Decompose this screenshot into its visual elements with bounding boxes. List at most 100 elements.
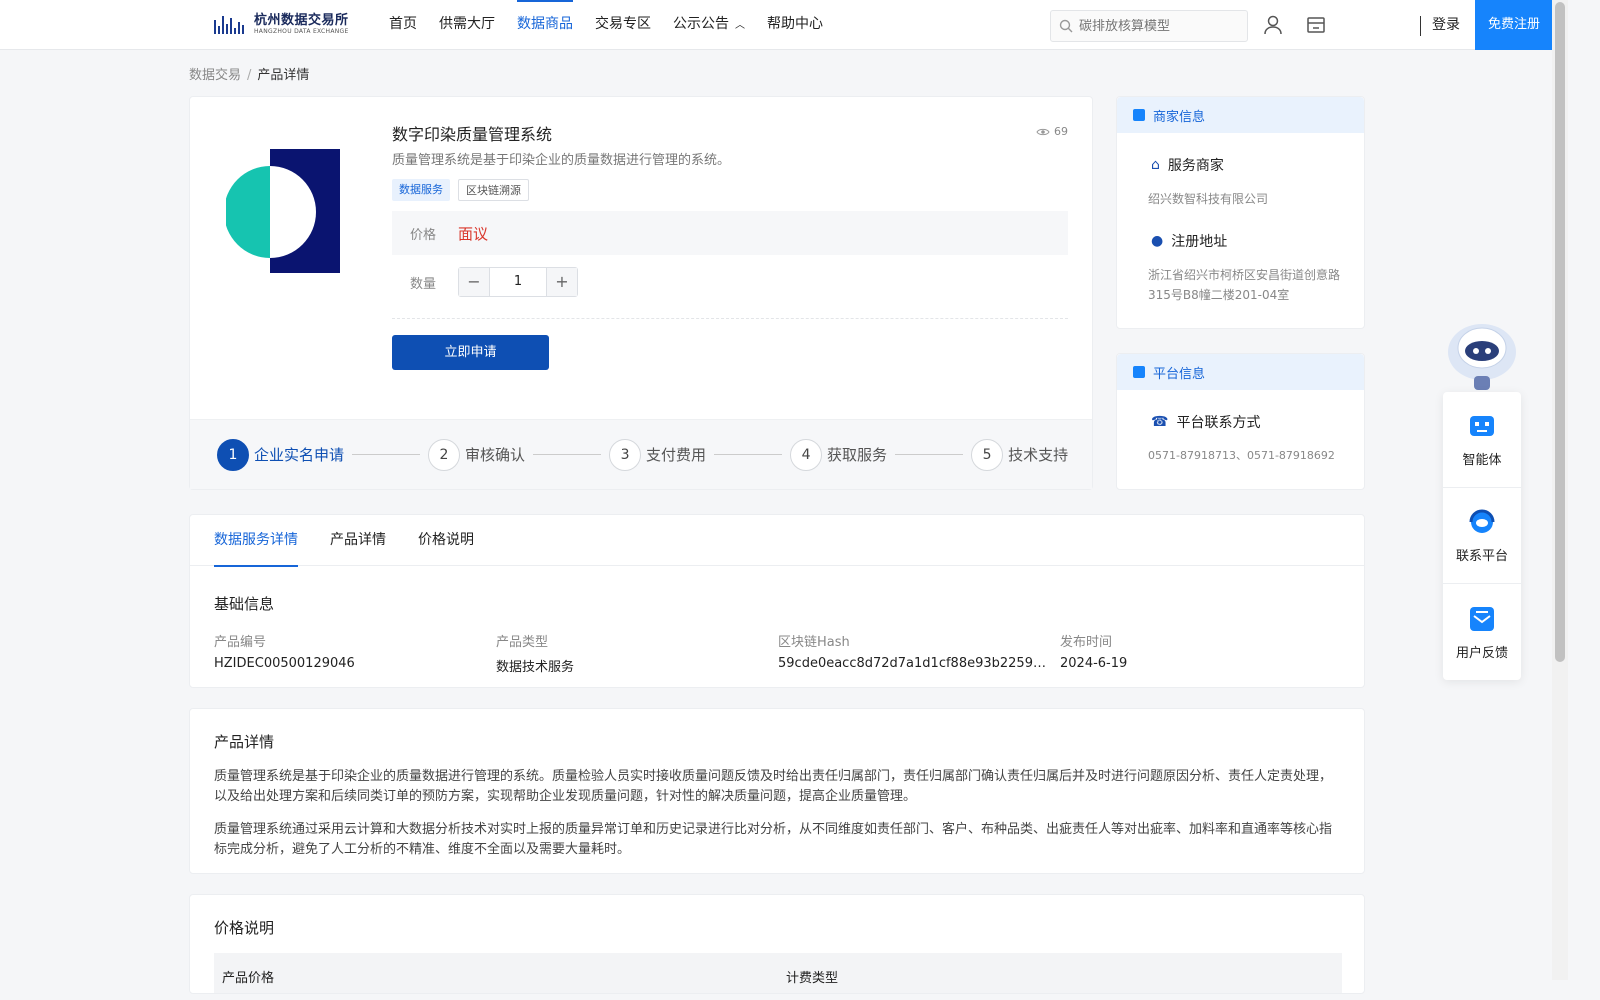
robot-mascot-icon[interactable] xyxy=(1444,318,1520,394)
info-key: 产品类型 xyxy=(496,635,549,650)
step-number: 2 xyxy=(428,438,461,471)
float-agent[interactable]: 智能体 xyxy=(1443,392,1521,488)
nav-data-products[interactable]: 数据商品 xyxy=(506,0,584,50)
service-merchant-value: 绍兴数智科技有限公司 xyxy=(1148,192,1269,206)
tab-product-details[interactable]: 产品详情 xyxy=(330,515,386,566)
col-billing-type: 计费类型 xyxy=(786,971,839,986)
quantity-stepper: − 1 + xyxy=(458,267,578,297)
step-1: 1 企业实名申请 xyxy=(217,438,344,471)
process-steps: 1 企业实名申请 2 审核确认 3 支付费用 4 获取服务 5 技术支持 xyxy=(190,419,1092,489)
shop-icon[interactable] xyxy=(1305,14,1327,36)
step-2: 2 审核确认 xyxy=(428,438,526,471)
apply-button[interactable]: 立即申请 xyxy=(392,335,549,370)
quantity-row: 数量 − 1 + xyxy=(410,267,578,297)
step-number: 5 xyxy=(971,438,1004,471)
nav-help[interactable]: 帮助中心 xyxy=(756,0,834,50)
address-value: 浙江省绍兴市柯桥区安昌街道创意路315号B8幢二楼201-04室 xyxy=(1148,268,1341,302)
scrollbar-thumb[interactable] xyxy=(1555,2,1565,662)
info-product-id: 产品编号 HZIDEC00500129046 xyxy=(214,631,496,675)
quantity-label: 数量 xyxy=(410,276,437,292)
step-label: 审核确认 xyxy=(465,446,526,464)
home-icon: ⌂ xyxy=(1151,157,1160,173)
step-connector xyxy=(895,454,964,455)
feedback-icon xyxy=(1470,606,1494,631)
login-link[interactable]: 登录 xyxy=(1432,0,1460,50)
step-number: 1 xyxy=(217,438,249,471)
header-divider xyxy=(1420,16,1421,36)
tab-service-details[interactable]: 数据服务详情 xyxy=(214,515,298,567)
price-value: 面议 xyxy=(458,224,489,243)
service-details-card: 数据服务详情 产品详情 价格说明 基础信息 产品编号 HZIDEC00500129… xyxy=(189,514,1365,688)
step-connector xyxy=(533,454,602,455)
platform-contact-label: 平台联系方式 xyxy=(1176,415,1261,431)
divider xyxy=(392,318,1068,319)
view-count: 69 xyxy=(1036,125,1068,138)
logo-bars-icon xyxy=(214,14,248,36)
page-scrollbar[interactable] xyxy=(1552,0,1568,980)
step-3: 3 支付费用 xyxy=(609,438,707,471)
nav-home[interactable]: 首页 xyxy=(378,0,428,50)
info-value: HZIDEC00500129046 xyxy=(214,656,355,671)
breadcrumb-current: 产品详情 xyxy=(257,68,310,83)
step-connector xyxy=(352,454,421,455)
nav-announcements[interactable]: 公示公告 ︿ xyxy=(662,0,756,50)
logo-cn-text: 杭州数据交易所 xyxy=(254,13,349,28)
floating-widget: 智能体 联系平台 用户反馈 xyxy=(1443,392,1521,680)
merchant-info-icon xyxy=(1133,109,1145,121)
site-logo[interactable]: 杭州数据交易所 HANGZHOU DATA EXCHANGE xyxy=(214,10,354,40)
float-agent-label: 智能体 xyxy=(1462,453,1502,468)
view-count-value: 69 xyxy=(1054,125,1068,138)
top-header: 杭州数据交易所 HANGZHOU DATA EXCHANGE 首页 供需大厅 数… xyxy=(0,0,1553,50)
decrement-button[interactable]: − xyxy=(459,268,489,296)
info-value: 数据技术服务 xyxy=(496,660,575,675)
nav-announcements-label: 公示公告 xyxy=(673,16,729,32)
location-pin-icon: ● xyxy=(1151,233,1164,249)
info-product-type: 产品类型数据技术服务 xyxy=(496,631,778,675)
step-connector xyxy=(714,454,783,455)
user-icon[interactable] xyxy=(1262,14,1284,36)
phone-icon: ☎ xyxy=(1151,414,1169,430)
detail-paragraph-2: 质量管理系统通过采用云计算和大数据分析技术对实时上报的质量异常订单和历史记录进行… xyxy=(214,822,1333,857)
product-detail-title: 产品详情 xyxy=(214,733,275,751)
nav-trade-zone[interactable]: 交易专区 xyxy=(584,0,662,50)
nav-supply-demand[interactable]: 供需大厅 xyxy=(428,0,506,50)
step-number: 4 xyxy=(790,438,823,471)
platform-info-card: 平台信息 ☎ 平台联系方式 0571-87918713、0571-87918692 xyxy=(1116,353,1365,490)
increment-button[interactable]: + xyxy=(547,268,577,296)
quantity-input[interactable]: 1 xyxy=(489,268,547,296)
float-contact[interactable]: 联系平台 xyxy=(1443,488,1521,584)
register-button[interactable]: 免费注册 xyxy=(1475,0,1553,50)
basic-info-grid: 产品编号 HZIDEC00500129046 产品类型数据技术服务 区块链Hash… xyxy=(214,631,1342,675)
platform-info-title: 平台信息 xyxy=(1153,366,1206,382)
float-feedback[interactable]: 用户反馈 xyxy=(1443,584,1521,680)
search-input[interactable] xyxy=(1079,18,1239,34)
merchant-info-header: 商家信息 xyxy=(1117,97,1364,133)
tag-blockchain: 区块链溯源 xyxy=(458,179,529,201)
eye-icon xyxy=(1036,128,1050,135)
tab-price-info[interactable]: 价格说明 xyxy=(418,515,474,566)
step-label: 支付费用 xyxy=(646,446,707,464)
product-tags: 数据服务 区块链溯源 xyxy=(392,179,537,201)
info-blockchain-hash: 区块链Hash 59cde0eacc8d72d7a1d1cf88e93b22592… xyxy=(778,631,1060,675)
main-nav: 首页 供需大厅 数据商品 交易专区 公示公告 ︿ 帮助中心 xyxy=(378,0,834,50)
step-4: 4 获取服务 xyxy=(790,438,888,471)
info-key: 产品编号 xyxy=(214,635,267,650)
info-key: 区块链Hash xyxy=(778,635,850,650)
price-label: 价格 xyxy=(410,227,437,243)
float-feedback-label: 用户反馈 xyxy=(1455,645,1508,661)
product-description: 质量管理系统是基于印染企业的质量数据进行管理的系统。 xyxy=(392,153,731,168)
product-card: 数字印染质量管理系统 69 质量管理系统是基于印染企业的质量数据进行管理的系统。… xyxy=(189,96,1093,490)
detail-paragraph-1: 质量管理系统是基于印染企业的质量数据进行管理的系统。质量检验人员实时接收质量问题… xyxy=(214,769,1333,804)
logo-en-text: HANGZHOU DATA EXCHANGE xyxy=(254,28,349,35)
breadcrumb-parent[interactable]: 数据交易 xyxy=(189,68,241,83)
detail-tabs: 数据服务详情 产品详情 价格说明 xyxy=(190,515,1364,567)
float-contact-label: 联系平台 xyxy=(1455,549,1508,564)
breadcrumb-separator: / xyxy=(247,68,252,83)
product-title: 数字印染质量管理系统 xyxy=(392,125,553,144)
step-label: 获取服务 xyxy=(827,446,888,464)
search-box[interactable] xyxy=(1050,10,1248,42)
breadcrumb: 数据交易 / 产品详情 xyxy=(189,64,309,83)
info-publish-date: 发布时间 2024-6-19 xyxy=(1060,631,1342,675)
platform-info-icon xyxy=(1133,366,1145,378)
address-row: ● 注册地址 xyxy=(1151,231,1364,251)
